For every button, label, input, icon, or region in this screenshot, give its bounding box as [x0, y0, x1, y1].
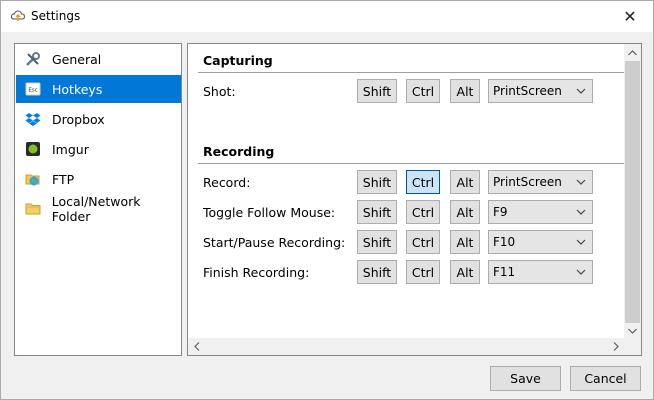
- chevron-down-icon: [576, 265, 586, 282]
- sidebar-item-general[interactable]: General: [16, 45, 181, 73]
- select-value: F10: [493, 235, 516, 249]
- settings-sidebar: General Esc Hotkeys Dropbox Imgur FTP Lo…: [14, 43, 182, 356]
- sidebar-item-label: Dropbox: [52, 111, 105, 127]
- sidebar-item-label: Hotkeys: [52, 81, 103, 97]
- shot-ctrl-button[interactable]: Ctrl: [406, 79, 440, 103]
- shot-alt-button[interactable]: Alt: [450, 79, 480, 103]
- start-pause-shift-button[interactable]: Shift: [357, 230, 397, 254]
- vertical-scrollbar[interactable]: [624, 44, 641, 339]
- settings-window: Settings ✕ General Esc Hotkeys Dropbox I…: [0, 0, 654, 400]
- finish-shift-button[interactable]: Shift: [357, 260, 397, 284]
- imgur-icon: [24, 140, 42, 158]
- sidebar-item-ftp[interactable]: FTP: [16, 165, 181, 193]
- record-shift-button[interactable]: Shift: [357, 170, 397, 194]
- record-key-select[interactable]: PrintScreen: [488, 170, 593, 194]
- scroll-left-icon[interactable]: [188, 338, 205, 355]
- horizontal-scroll-track[interactable]: [205, 339, 607, 354]
- select-value: PrintScreen: [493, 84, 562, 98]
- hotkey-label-toggle-follow-mouse: Toggle Follow Mouse:: [203, 205, 336, 220]
- sidebar-item-label: Local/Network Folder: [51, 194, 141, 224]
- sidebar-item-local-network-folder[interactable]: Local/Network Folder: [16, 194, 181, 224]
- start-pause-ctrl-button[interactable]: Ctrl: [406, 230, 440, 254]
- hotkey-label-finish-recording: Finish Recording:: [203, 265, 310, 280]
- record-ctrl-button[interactable]: Ctrl: [406, 170, 440, 194]
- follow-mouse-ctrl-button[interactable]: Ctrl: [406, 200, 440, 224]
- start-pause-key-select[interactable]: F10: [488, 230, 593, 254]
- select-value: F11: [493, 265, 516, 279]
- chevron-down-icon: [576, 175, 586, 192]
- save-button[interactable]: Save: [490, 366, 561, 391]
- title-bar: Settings ✕: [1, 1, 653, 32]
- close-button[interactable]: ✕: [607, 1, 653, 32]
- scroll-up-icon[interactable]: [624, 44, 641, 61]
- cloud-upload-icon: [10, 8, 26, 24]
- section-divider: [198, 163, 625, 164]
- finish-ctrl-button[interactable]: Ctrl: [406, 260, 440, 284]
- sidebar-item-label: General: [52, 51, 102, 67]
- select-value: F9: [493, 205, 508, 219]
- section-title-recording: Recording: [203, 144, 275, 159]
- ftp-globe-icon: [24, 170, 42, 188]
- section-title-capturing: Capturing: [203, 53, 273, 68]
- cancel-button[interactable]: Cancel: [570, 366, 641, 391]
- sidebar-item-dropbox[interactable]: Dropbox: [16, 105, 181, 133]
- sidebar-item-imgur[interactable]: Imgur: [16, 135, 181, 163]
- record-alt-button[interactable]: Alt: [450, 170, 480, 194]
- start-pause-alt-button[interactable]: Alt: [450, 230, 480, 254]
- sidebar-item-hotkeys[interactable]: Esc Hotkeys: [16, 75, 181, 103]
- follow-mouse-alt-button[interactable]: Alt: [450, 200, 480, 224]
- svg-text:Esc: Esc: [28, 88, 37, 94]
- sidebar-item-label: Imgur: [52, 141, 89, 157]
- scroll-down-icon[interactable]: [624, 322, 641, 339]
- finish-key-select[interactable]: F11: [488, 260, 593, 284]
- scroll-right-icon[interactable]: [607, 338, 624, 355]
- hotkey-label-start-pause-recording: Start/Pause Recording:: [203, 235, 346, 250]
- chevron-down-icon: [576, 205, 586, 222]
- vertical-scroll-thumb[interactable]: [625, 61, 640, 323]
- select-value: PrintScreen: [493, 175, 562, 189]
- follow-mouse-key-select[interactable]: F9: [488, 200, 593, 224]
- folder-icon: [24, 200, 42, 218]
- chevron-down-icon: [576, 235, 586, 252]
- dropbox-icon: [24, 110, 42, 128]
- tools-icon: [24, 50, 42, 68]
- scrollbar-corner: [624, 338, 641, 355]
- sidebar-item-label: FTP: [52, 171, 75, 187]
- close-icon: ✕: [623, 7, 637, 26]
- chevron-down-icon: [576, 84, 586, 101]
- section-divider: [198, 72, 625, 73]
- window-title: Settings: [31, 9, 81, 23]
- hotkey-label-shot: Shot:: [203, 84, 236, 99]
- horizontal-scrollbar[interactable]: [188, 338, 624, 355]
- keyboard-esc-icon: Esc: [24, 80, 42, 98]
- shot-key-select[interactable]: PrintScreen: [488, 79, 593, 103]
- shot-shift-button[interactable]: Shift: [357, 79, 397, 103]
- follow-mouse-shift-button[interactable]: Shift: [357, 200, 397, 224]
- hotkeys-panel: Capturing Shot: Shift Ctrl Alt PrintScre…: [187, 43, 642, 356]
- finish-alt-button[interactable]: Alt: [450, 260, 480, 284]
- hotkey-label-record: Record:: [203, 175, 251, 190]
